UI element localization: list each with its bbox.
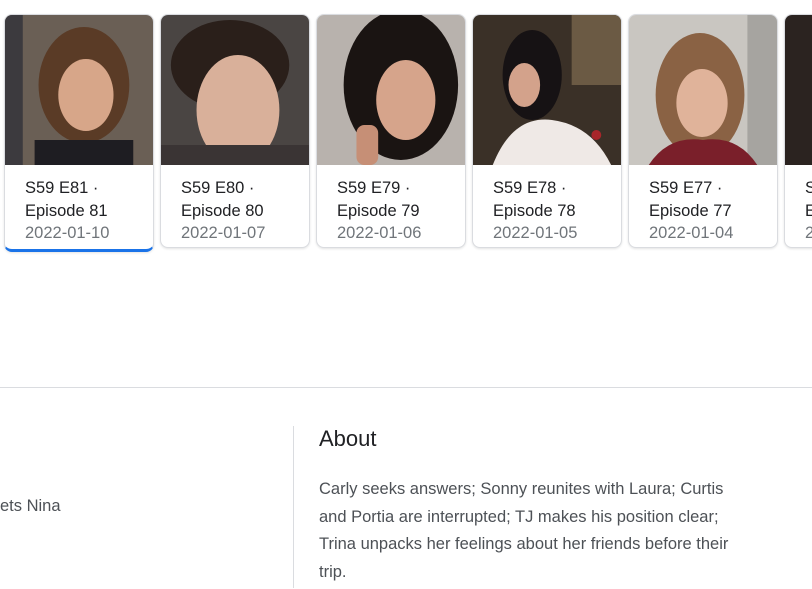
episode-thumbnail bbox=[5, 15, 153, 165]
episode-date: 2022-01-06 bbox=[337, 224, 422, 242]
episode-card-partial[interactable]: S E 2 bbox=[784, 14, 812, 248]
episode-date: 2022-01-05 bbox=[493, 224, 578, 242]
episode-number: S59 E80 · bbox=[181, 179, 255, 197]
about-description: Carly seeks answers; Sonny reunites with… bbox=[319, 480, 729, 581]
episode-number: S bbox=[805, 177, 812, 200]
column-divider bbox=[293, 426, 294, 588]
episode-title: E bbox=[805, 200, 812, 223]
episode-thumbnail bbox=[161, 15, 309, 165]
episode-title: Episode 77 bbox=[649, 201, 732, 220]
episode-thumbnail bbox=[473, 15, 621, 165]
episode-carousel: S59 E81 · Episode 81 2022-01-10 S59 E80 … bbox=[0, 0, 812, 260]
episode-card-77[interactable]: S59 E77 · Episode 77 2022-01-04 bbox=[628, 14, 778, 248]
episode-number: S59 E77 · bbox=[649, 179, 723, 197]
episode-title: Episode 80 bbox=[181, 201, 264, 220]
episode-number: S59 E79 · bbox=[337, 179, 411, 197]
episode-card-79[interactable]: S59 E79 · Episode 79 2022-01-06 bbox=[316, 14, 466, 248]
episode-number: S59 E78 · bbox=[493, 179, 567, 197]
episode-card-80[interactable]: S59 E80 · Episode 80 2022-01-07 bbox=[160, 14, 310, 248]
episode-card-81[interactable]: S59 E81 · Episode 81 2022-01-10 bbox=[4, 14, 154, 252]
episode-thumbnail bbox=[629, 15, 777, 165]
left-panel-text: ets Nina bbox=[0, 497, 61, 515]
episode-title: Episode 78 bbox=[493, 201, 576, 220]
episode-title: Episode 81 bbox=[25, 201, 108, 220]
episode-date: 2022-01-07 bbox=[181, 224, 266, 242]
section-divider bbox=[0, 387, 812, 388]
episode-number: S59 E81 · bbox=[25, 179, 99, 197]
episode-card-78[interactable]: S59 E78 · Episode 78 2022-01-05 bbox=[472, 14, 622, 248]
episode-title: Episode 79 bbox=[337, 201, 420, 220]
episode-date: 2022-01-04 bbox=[649, 224, 734, 242]
episode-date: 2 bbox=[805, 222, 812, 245]
episode-thumbnail bbox=[785, 15, 812, 165]
episode-thumbnail bbox=[317, 15, 465, 165]
episode-date: 2022-01-10 bbox=[25, 224, 110, 242]
about-heading: About bbox=[319, 426, 377, 451]
